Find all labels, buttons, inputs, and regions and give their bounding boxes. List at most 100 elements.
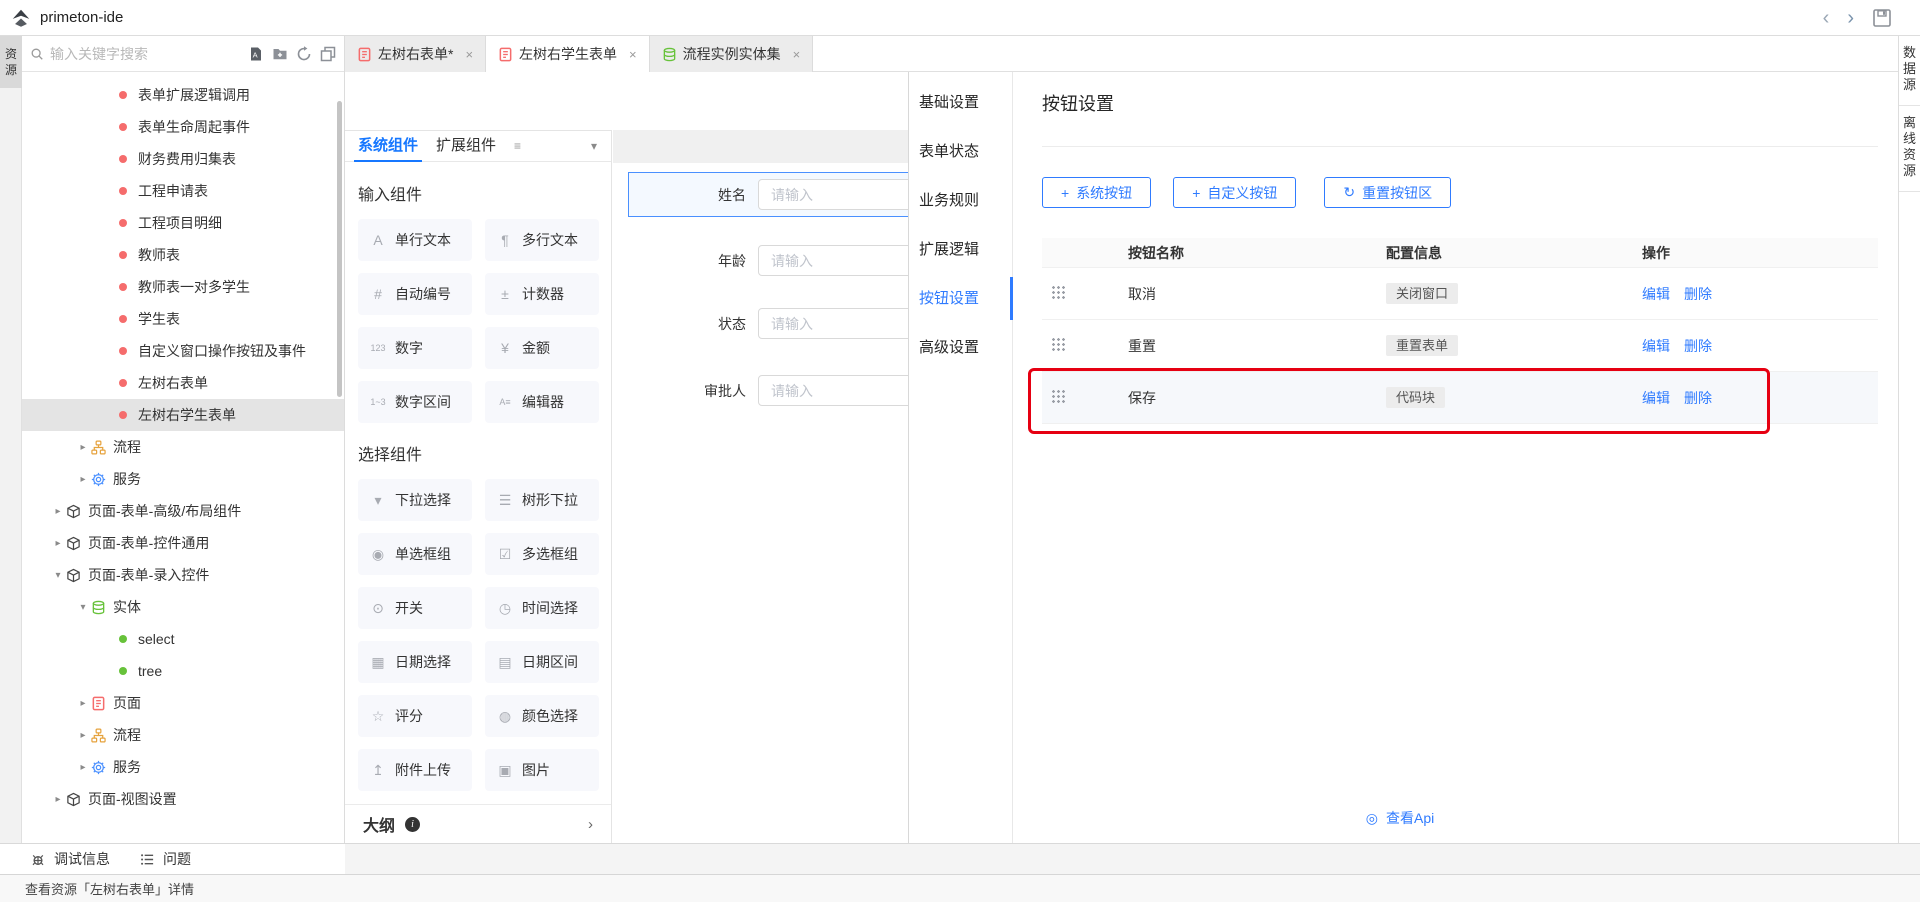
outline-expand-icon[interactable]: › bbox=[588, 816, 593, 833]
tree-item-tree[interactable]: tree bbox=[22, 655, 344, 687]
tree-item-工程申请表[interactable]: 工程申请表 bbox=[22, 175, 344, 207]
field-input-状态[interactable] bbox=[758, 308, 908, 339]
drag-handle-icon[interactable] bbox=[1050, 284, 1065, 301]
field-input-姓名[interactable] bbox=[758, 179, 908, 210]
tree-scrollbar[interactable] bbox=[337, 101, 342, 397]
palette-tab-扩展组件[interactable]: 扩展组件 bbox=[436, 131, 496, 162]
close-icon[interactable]: × bbox=[793, 47, 801, 62]
palette-item-图片[interactable]: ▣图片 bbox=[485, 749, 599, 791]
tree-item-服务[interactable]: ▸服务 bbox=[22, 751, 344, 783]
caret-down-icon[interactable]: ▾ bbox=[52, 570, 64, 581]
palette-item-日期区间[interactable]: ▤日期区间 bbox=[485, 641, 599, 683]
palette-item-自动编号[interactable]: #自动编号 bbox=[358, 273, 472, 315]
tree-item-左树右表单[interactable]: 左树右表单 bbox=[22, 367, 344, 399]
caret-right-icon[interactable]: ▸ bbox=[52, 538, 64, 549]
palette-item-多行文本[interactable]: ¶多行文本 bbox=[485, 219, 599, 261]
field-input-审批人[interactable] bbox=[758, 375, 908, 406]
close-icon[interactable]: × bbox=[629, 47, 637, 62]
form-field-年龄[interactable]: 年龄 bbox=[613, 245, 908, 276]
caret-right-icon[interactable]: ▸ bbox=[77, 730, 89, 741]
tree-item-流程[interactable]: ▸流程 bbox=[22, 719, 344, 751]
settings-menu-按钮设置[interactable]: 按钮设置 bbox=[909, 274, 1012, 323]
settings-menu-业务规则[interactable]: 业务规则 bbox=[909, 176, 1012, 225]
caret-down-icon[interactable]: ▾ bbox=[77, 602, 89, 613]
settings-menu-基础设置[interactable]: 基础设置 bbox=[909, 78, 1012, 127]
refresh-icon[interactable] bbox=[296, 46, 312, 62]
palette-item-计数器[interactable]: ±计数器 bbox=[485, 273, 599, 315]
problems-button[interactable]: 问题 bbox=[140, 849, 191, 869]
palette-item-颜色选择[interactable]: ◍颜色选择 bbox=[485, 695, 599, 737]
palette-item-数字区间[interactable]: 1~3数字区间 bbox=[358, 381, 472, 423]
form-field-审批人[interactable]: 审批人 bbox=[613, 375, 908, 406]
nav-forward-icon[interactable]: › bbox=[1847, 8, 1854, 28]
view-api-link[interactable]: ◎查看Api bbox=[1285, 808, 1515, 828]
palette-item-开关[interactable]: ⊙开关 bbox=[358, 587, 472, 629]
tree-item-流程[interactable]: ▸流程 bbox=[22, 431, 344, 463]
tree-item-页面-表单-高级/布局组件[interactable]: ▸页面-表单-高级/布局组件 bbox=[22, 495, 344, 527]
tree-item-工程项目明细[interactable]: 工程项目明细 bbox=[22, 207, 344, 239]
button-自定义按钮[interactable]: +自定义按钮 bbox=[1173, 177, 1296, 208]
palette-item-下拉选择[interactable]: ▾下拉选择 bbox=[358, 479, 472, 521]
action-编辑[interactable]: 编辑 bbox=[1642, 286, 1670, 302]
palette-item-编辑器[interactable]: A≡编辑器 bbox=[485, 381, 599, 423]
form-field-状态[interactable]: 状态 bbox=[613, 308, 908, 339]
tree-item-表单扩展逻辑调用[interactable]: 表单扩展逻辑调用 bbox=[22, 79, 344, 111]
search-bar[interactable]: 输入关键字搜索 A bbox=[22, 36, 344, 72]
nav-back-icon[interactable]: ‹ bbox=[1823, 8, 1830, 28]
import-file-icon[interactable]: A bbox=[248, 46, 264, 62]
tree-item-实体[interactable]: ▾实体 bbox=[22, 591, 344, 623]
palette-item-评分[interactable]: ☆评分 bbox=[358, 695, 472, 737]
rail-tab-离线资源[interactable]: 离线资源 bbox=[1899, 106, 1920, 192]
tab-流程实例实体集[interactable]: 流程实例实体集× bbox=[650, 36, 814, 72]
action-删除[interactable]: 删除 bbox=[1684, 286, 1712, 302]
settings-menu-高级设置[interactable]: 高级设置 bbox=[909, 323, 1012, 372]
tree-item-表单生命周起事件[interactable]: 表单生命周起事件 bbox=[22, 111, 344, 143]
button-重置按钮区[interactable]: ↻重置按钮区 bbox=[1324, 177, 1451, 208]
palette-item-时间选择[interactable]: ◷时间选择 bbox=[485, 587, 599, 629]
drag-handle-icon[interactable] bbox=[1050, 388, 1065, 405]
palette-item-金额[interactable]: ¥金额 bbox=[485, 327, 599, 369]
tree-item-财务费用归集表[interactable]: 财务费用归集表 bbox=[22, 143, 344, 175]
form-field-姓名[interactable]: 姓名 bbox=[613, 179, 908, 210]
folder-add-icon[interactable] bbox=[272, 46, 288, 62]
palette-item-单选框组[interactable]: ◉单选框组 bbox=[358, 533, 472, 575]
settings-menu-表单状态[interactable]: 表单状态 bbox=[909, 127, 1012, 176]
rail-tab-resources[interactable]: 资源 bbox=[0, 36, 22, 88]
tab-左树右表单*[interactable]: 左树右表单*× bbox=[345, 36, 486, 72]
tree-item-页面-表单-录入控件[interactable]: ▾页面-表单-录入控件 bbox=[22, 559, 344, 591]
caret-right-icon[interactable]: ▸ bbox=[77, 442, 89, 453]
button-系统按钮[interactable]: +系统按钮 bbox=[1042, 177, 1151, 208]
action-编辑[interactable]: 编辑 bbox=[1642, 390, 1670, 406]
restore-window-icon[interactable] bbox=[320, 46, 336, 62]
tree-item-自定义窗口操作按钮及事件[interactable]: 自定义窗口操作按钮及事件 bbox=[22, 335, 344, 367]
tree-item-教师表[interactable]: 教师表 bbox=[22, 239, 344, 271]
close-icon[interactable]: × bbox=[465, 47, 473, 62]
caret-right-icon[interactable]: ▸ bbox=[77, 474, 89, 485]
tree-item-页面-表单-控件通用[interactable]: ▸页面-表单-控件通用 bbox=[22, 527, 344, 559]
caret-right-icon[interactable]: ▸ bbox=[52, 506, 64, 517]
palette-item-数字[interactable]: 123数字 bbox=[358, 327, 472, 369]
settings-menu-扩展逻辑[interactable]: 扩展逻辑 bbox=[909, 225, 1012, 274]
action-删除[interactable]: 删除 bbox=[1684, 338, 1712, 354]
action-删除[interactable]: 删除 bbox=[1684, 390, 1712, 406]
tree-item-页面[interactable]: ▸页面 bbox=[22, 687, 344, 719]
tree-item-教师表一对多学生[interactable]: 教师表一对多学生 bbox=[22, 271, 344, 303]
caret-right-icon[interactable]: ▸ bbox=[77, 698, 89, 709]
caret-right-icon[interactable]: ▸ bbox=[77, 762, 89, 773]
tab-左树右学生表单[interactable]: 左树右学生表单× bbox=[486, 36, 650, 72]
caret-right-icon[interactable]: ▸ bbox=[52, 794, 64, 805]
palette-tab-系统组件[interactable]: 系统组件 bbox=[358, 131, 418, 162]
tree-item-页面-视图设置[interactable]: ▸页面-视图设置 bbox=[22, 783, 344, 815]
field-input-年龄[interactable] bbox=[758, 245, 908, 276]
tree-item-左树右学生表单[interactable]: 左树右学生表单 bbox=[22, 399, 344, 431]
outline-bar[interactable]: 大纲 i › bbox=[345, 804, 611, 843]
palette-collapse-icon[interactable]: ▾ bbox=[591, 139, 597, 153]
tree-item-select[interactable]: select bbox=[22, 623, 344, 655]
palette-item-附件上传[interactable]: ↥附件上传 bbox=[358, 749, 472, 791]
palette-item-日期选择[interactable]: ▦日期选择 bbox=[358, 641, 472, 683]
debug-info-button[interactable]: 调试信息 bbox=[30, 849, 110, 869]
palette-item-单行文本[interactable]: A单行文本 bbox=[358, 219, 472, 261]
save-icon[interactable] bbox=[1872, 8, 1892, 28]
tree-item-服务[interactable]: ▸服务 bbox=[22, 463, 344, 495]
action-编辑[interactable]: 编辑 bbox=[1642, 338, 1670, 354]
